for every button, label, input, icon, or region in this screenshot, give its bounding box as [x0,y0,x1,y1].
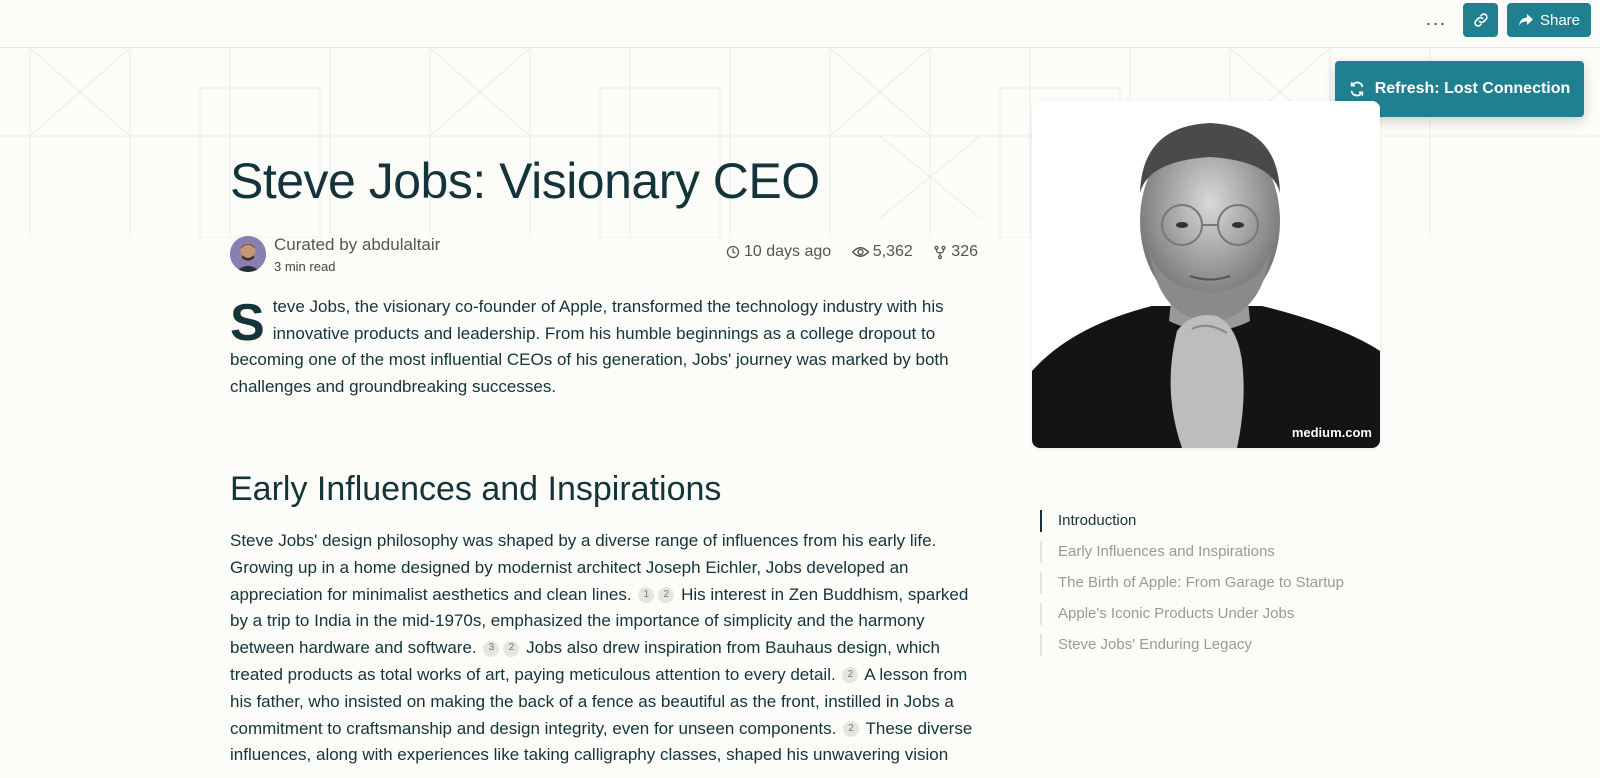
article-stats: 10 days ago 5,362 326 [726,243,978,261]
forks-text: 326 [951,243,978,260]
curator-name[interactable]: Curated by abdulaltair [274,235,440,255]
refresh-icon [1350,81,1363,97]
link-icon [1473,13,1488,27]
section-body: Steve Jobs' design philosophy was shaped… [230,528,980,778]
fork-count[interactable]: 326 [933,243,978,261]
share-button[interactable]: Share [1507,3,1591,37]
share-arrow-icon [1518,14,1533,26]
citation-badge[interactable]: 3 [483,640,500,657]
clock-icon [726,245,740,259]
toc-item-introduction[interactable]: Introduction [1040,510,1360,532]
toc-item-early-influences[interactable]: Early Influences and Inspirations [1040,541,1360,563]
image-source-caption[interactable]: medium.com [1292,425,1372,440]
avatar[interactable] [230,236,266,272]
citation-badge[interactable]: 2 [503,640,520,657]
toc-item-birth-of-apple[interactable]: The Birth of Apple: From Garage to Start… [1040,572,1360,594]
citation-badge[interactable]: 2 [842,667,859,684]
toast-label: Refresh: Lost Connection [1374,80,1571,97]
citation-badge[interactable]: 2 [658,586,675,603]
top-bar: ··· Share [0,0,1600,48]
citation-badge[interactable]: 2 [843,720,860,737]
toc-item-enduring-legacy[interactable]: Steve Jobs' Enduring Legacy [1040,634,1360,656]
time-ago-text: 10 days ago [744,243,832,260]
page-title: Steve Jobs: Visionary CEO [230,153,820,209]
portrait-image [1032,101,1380,448]
eye-icon [851,247,869,257]
citation-badge[interactable]: 1 [638,586,655,603]
fork-icon [934,245,946,259]
table-of-contents: Introduction Early Influences and Inspir… [1040,510,1360,665]
published-time: 10 days ago [726,243,831,261]
read-time: 3 min read [274,259,336,274]
article-image-card[interactable]: medium.com [1032,101,1380,448]
more-options-button[interactable]: ··· [1422,10,1450,36]
intro-paragraph: S teve Jobs, the visionary co-founder of… [230,294,980,400]
intro-text: teve Jobs, the visionary co-founder of A… [230,297,949,396]
share-label: Share [1539,11,1581,29]
view-count: 5,362 [851,243,913,261]
section-heading: Early Influences and Inspirations [230,470,722,508]
views-text: 5,362 [872,243,913,260]
toc-item-iconic-products[interactable]: Apple's Iconic Products Under Jobs [1040,603,1360,625]
drop-cap: S [230,294,265,352]
copy-link-button[interactable] [1463,3,1498,37]
